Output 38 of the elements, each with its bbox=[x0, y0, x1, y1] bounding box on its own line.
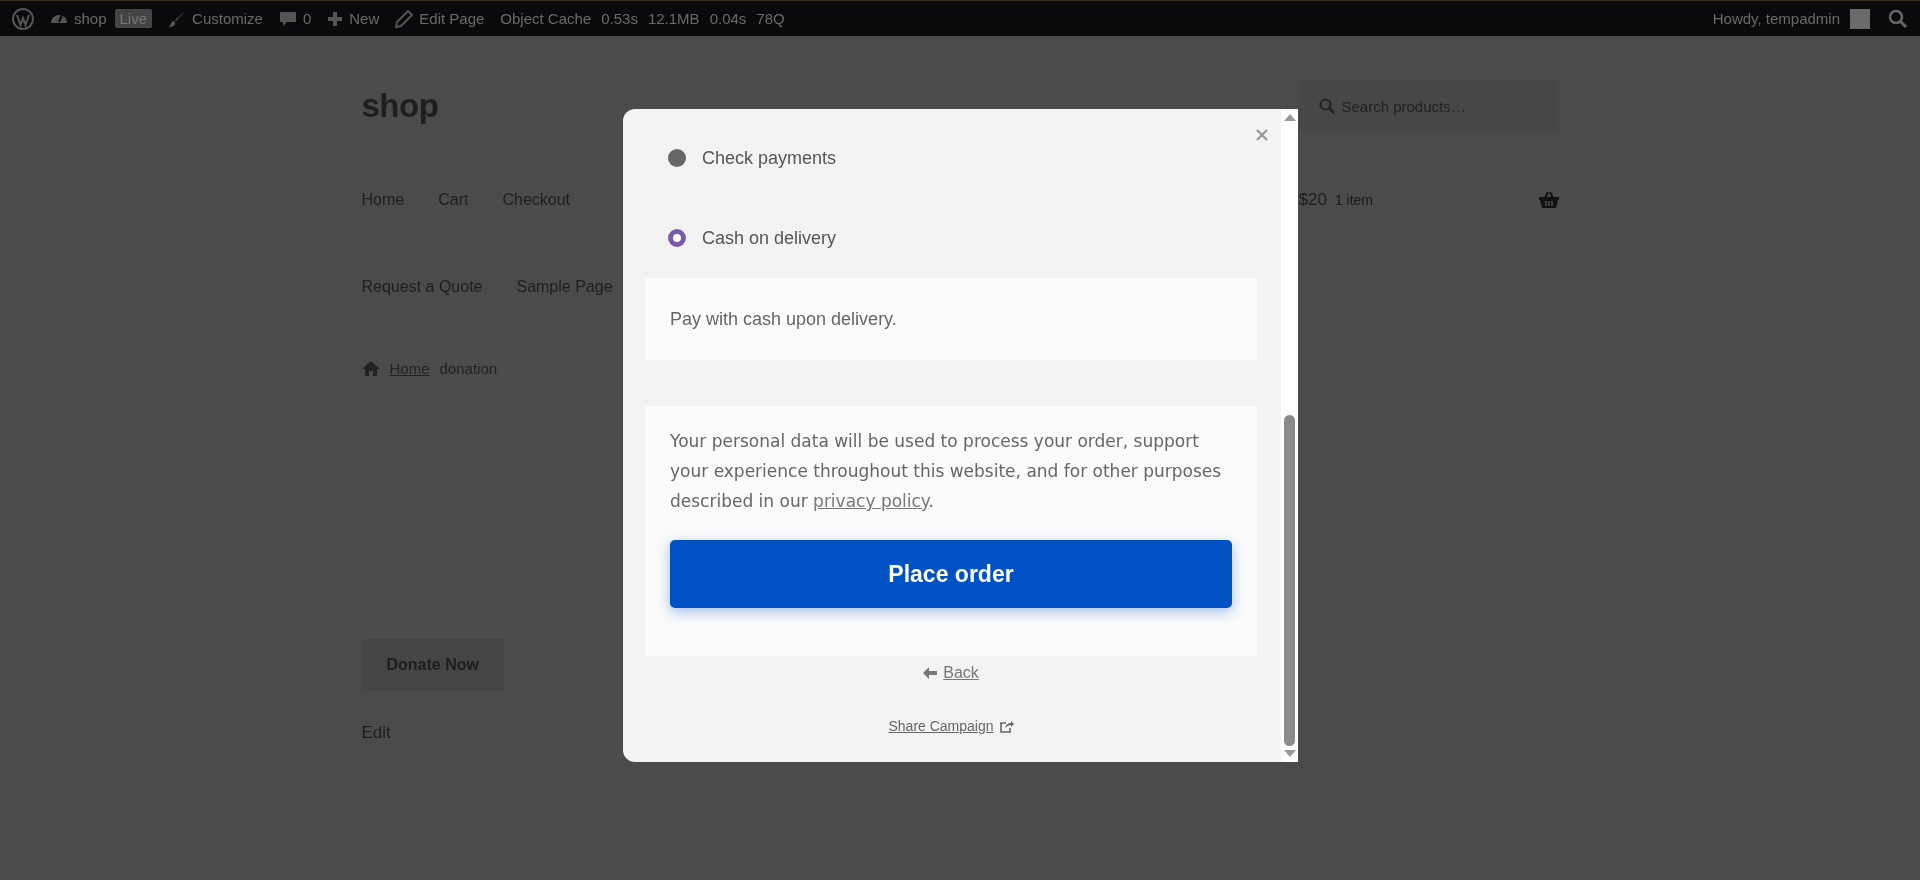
object-cache-link[interactable]: Object Cache bbox=[500, 10, 592, 27]
new-link[interactable]: New bbox=[327, 10, 380, 27]
share-icon bbox=[999, 719, 1014, 733]
search-icon[interactable] bbox=[1888, 8, 1908, 29]
payment-description: Pay with cash upon delivery. bbox=[645, 278, 1257, 360]
pencil-icon bbox=[395, 9, 414, 28]
place-order-button[interactable]: Place order bbox=[670, 540, 1232, 608]
wordpress-logo-icon[interactable] bbox=[12, 7, 34, 30]
back-link[interactable]: Back bbox=[923, 664, 979, 682]
performance-stat: 12.1MB bbox=[647, 10, 700, 27]
customize-link[interactable]: Customize bbox=[168, 9, 263, 28]
brush-icon bbox=[168, 9, 187, 28]
privacy-policy-link[interactable]: privacy policy bbox=[813, 491, 929, 511]
share-campaign-link[interactable]: Share Campaign bbox=[888, 718, 1014, 734]
performance-stat: 0.04s bbox=[709, 10, 747, 27]
search-icon bbox=[1318, 98, 1335, 114]
dashboard-icon bbox=[50, 13, 68, 24]
radio-button[interactable] bbox=[668, 229, 686, 247]
performance-stat: 78Q bbox=[756, 10, 785, 27]
plus-icon bbox=[327, 10, 344, 27]
basket-icon[interactable] bbox=[1538, 191, 1559, 209]
privacy-notice: Your personal data will be used to process your order, support your experience throughout this website, and for other purposes described in our privacy policy. bbox=[670, 430, 1223, 513]
payment-option[interactable]: Check payments bbox=[645, 118, 1257, 198]
scroll-up-arrow-icon[interactable] bbox=[1283, 114, 1296, 121]
payment-option[interactable]: Cash on delivery bbox=[645, 198, 1257, 278]
speech-bubble-icon bbox=[278, 9, 297, 28]
edit-page-link[interactable]: Edit Page bbox=[395, 9, 485, 28]
home-icon bbox=[361, 361, 380, 376]
scrollbar[interactable] bbox=[1281, 109, 1298, 762]
greeting-link[interactable]: Howdy, tempadmin bbox=[1712, 10, 1840, 27]
site-name-link[interactable]: shop bbox=[50, 10, 107, 27]
scroll-down-arrow-icon[interactable] bbox=[1283, 750, 1296, 757]
radio-button[interactable] bbox=[668, 149, 686, 167]
comments-link[interactable]: 0 bbox=[278, 9, 312, 28]
avatar-icon[interactable] bbox=[1850, 8, 1870, 29]
close-icon[interactable] bbox=[1255, 128, 1269, 142]
left-arrow-icon bbox=[923, 667, 938, 679]
performance-stat: 0.53s bbox=[601, 10, 638, 27]
